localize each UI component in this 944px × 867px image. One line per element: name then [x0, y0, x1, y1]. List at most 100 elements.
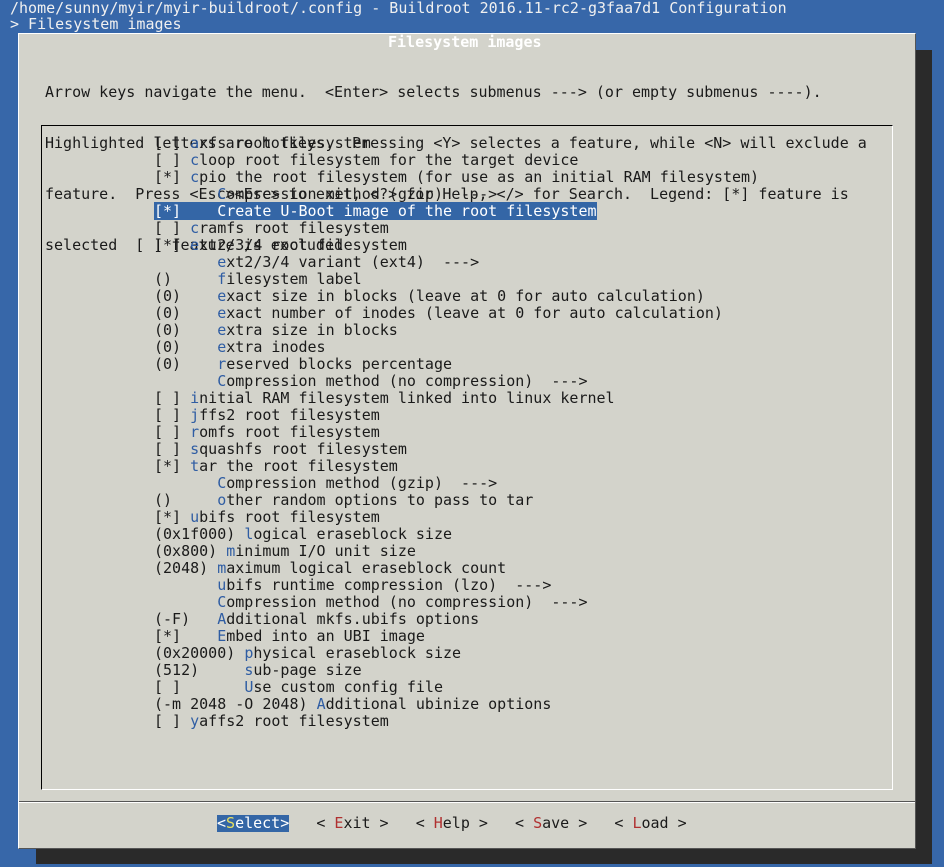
menu-item-prefix: (-m 2048 -O 2048)	[154, 695, 317, 713]
menu-item-label: ramfs root filesystem	[199, 219, 389, 237]
menu-item-text: [ ] yaffs2 root filesystem	[154, 712, 389, 730]
menu-item-prefix: [*]	[154, 202, 218, 220]
menu-item-prefix: (0)	[154, 287, 218, 305]
menu-item[interactable]: [ ] cloop root filesystem for the target…	[154, 152, 759, 169]
menu-item-hotkey: U	[244, 678, 254, 696]
menu-item-hotkey: C	[217, 593, 227, 611]
menu-item-prefix	[154, 577, 217, 594]
menu-item-prefix: [ ]	[154, 219, 191, 237]
save-button[interactable]: < Save >	[515, 815, 587, 832]
menu-item[interactable]: (512) sub-page size	[154, 662, 759, 679]
menu-item-prefix: [ ]	[154, 134, 191, 152]
menu-item-prefix: (0)	[154, 304, 218, 322]
menu-item-label: dditional mkfs.ubifs options	[226, 610, 480, 628]
menu-item-text: (0x20000) physical eraseblock size	[154, 644, 461, 662]
menu-item-text: (0) extra inodes	[154, 338, 326, 356]
menu-item-hotkey: l	[244, 525, 254, 543]
select-button[interactable]: <Select>	[217, 814, 290, 832]
button-left: <	[217, 814, 227, 832]
load-button[interactable]: < Load >	[614, 815, 686, 832]
menu-item-hotkey: C	[217, 474, 227, 492]
menu-item[interactable]: (0x800) minimum I/O unit size	[154, 543, 759, 560]
menu-item-prefix: [*]	[154, 627, 218, 645]
menu-item[interactable]: ext2/3/4 variant (ext4) --->	[154, 254, 759, 271]
menu-item-text: [*] Create U-Boot image of the root file…	[154, 202, 597, 220]
menu-item-label: xtra inodes	[226, 338, 326, 356]
menu-item-prefix: (0)	[154, 338, 218, 356]
menu-item-prefix: ()	[154, 270, 218, 288]
menu-item-text: [ ] initial RAM filesystem linked into l…	[154, 389, 615, 407]
menu-item-hotkey: u	[190, 508, 200, 526]
menu-item[interactable]: (0) extra size in blocks	[154, 322, 759, 339]
menu-item[interactable]: (2048) maximum logical eraseblock count	[154, 560, 759, 577]
menu-item-label: ompression method (gzip) --->	[226, 474, 498, 492]
menu-item-text: (0) exact number of inodes (leave at 0 f…	[154, 304, 723, 322]
button-gap	[587, 814, 614, 832]
menu-item-prefix: (0)	[154, 355, 218, 373]
button-rest: ave	[542, 814, 570, 832]
menu-item-hotkey: c	[190, 151, 200, 169]
menu-item[interactable]: [*] ubifs root filesystem	[154, 509, 759, 526]
menu-item-prefix	[154, 186, 217, 203]
menu-item[interactable]: Compression method (no compression) --->	[154, 594, 759, 611]
menu-item-hotkey: j	[190, 406, 200, 424]
button-separator	[19, 801, 915, 803]
menu-item[interactable]: [ ] jffs2 root filesystem	[154, 407, 759, 424]
menu-item-label: ther random options to pass to tar	[226, 491, 534, 509]
menu-item[interactable]: Compression method (no compression) --->	[154, 373, 759, 390]
menu-item[interactable]: (0x1f000) logical eraseblock size	[154, 526, 759, 543]
menu-item-text: ext2/3/4 variant (ext4) --->	[154, 253, 479, 271]
menu-item[interactable]: [ ] initial RAM filesystem linked into l…	[154, 390, 759, 407]
menu-item-hotkey: e	[190, 236, 200, 254]
menu-item-label: xtra size in blocks	[226, 321, 398, 339]
menu-item-hotkey: u	[217, 576, 227, 594]
menu-item-text: () other random options to pass to tar	[154, 491, 533, 509]
menu-item-label: eserved blocks percentage	[226, 355, 453, 373]
menu-item[interactable]: [*] ext2/3/4 root filesystem	[154, 237, 759, 254]
menu-item[interactable]: Compression method (gzip) --->	[154, 475, 759, 492]
menu-item[interactable]: (0) extra inodes	[154, 339, 759, 356]
menu-item[interactable]: [ ] squashfs root filesystem	[154, 441, 759, 458]
menu-item[interactable]: [*] tar the root filesystem	[154, 458, 759, 475]
menu-item-text: ubifs runtime compression (lzo) --->	[154, 576, 551, 594]
menu-item[interactable]: [*] cpio the root filesystem (for use as…	[154, 169, 759, 186]
menu-item[interactable]: (-m 2048 -O 2048) Additional ubinize opt…	[154, 696, 759, 713]
menu-item[interactable]: ubifs runtime compression (lzo) --->	[154, 577, 759, 594]
menu-item[interactable]: [*] Create U-Boot image of the root file…	[154, 202, 759, 220]
button-hotkey: S	[533, 814, 543, 832]
menu-item-hotkey: a	[190, 134, 200, 152]
menu-item[interactable]: (0) reserved blocks percentage	[154, 356, 759, 373]
menu-item-hotkey: o	[217, 491, 227, 509]
menu-item[interactable]: (0x20000) physical eraseblock size	[154, 645, 759, 662]
menu-item-hotkey: e	[217, 321, 227, 339]
menu-item[interactable]: [ ] axfs root filesystem	[154, 135, 759, 152]
menu-item-text: (-F) Additional mkfs.ubifs options	[154, 610, 479, 628]
menu-item-hotkey: c	[190, 168, 200, 186]
menu-item-hotkey: E	[217, 627, 227, 645]
menu-item[interactable]: [ ] romfs root filesystem	[154, 424, 759, 441]
menu-item-hotkey: r	[217, 355, 227, 373]
menu-item-label: xt2/3/4 root filesystem	[199, 236, 407, 254]
help-button[interactable]: < Help >	[416, 815, 488, 832]
menu-item[interactable]: (-F) Additional mkfs.ubifs options	[154, 611, 759, 628]
menu-item[interactable]: Compression method (gzip) --->	[154, 186, 759, 203]
menu-item[interactable]: [ ] yaffs2 root filesystem	[154, 713, 759, 730]
menu-item[interactable]: [*] Embed into an UBI image	[154, 628, 759, 645]
exit-button[interactable]: < Exit >	[316, 815, 388, 832]
menu-item-label: xt2/3/4 variant (ext4) --->	[226, 253, 480, 271]
button-left: <	[515, 814, 534, 832]
menu-item[interactable]: (0) exact size in blocks (leave at 0 for…	[154, 288, 759, 305]
button-bar: <Select> < Exit > < Help > < Save > < Lo…	[217, 815, 687, 832]
menu-item[interactable]: [ ] Use custom config file	[154, 679, 759, 696]
menu-item-label: reate U-Boot image of the root filesyste…	[226, 202, 597, 220]
menu-item[interactable]: () other random options to pass to tar	[154, 492, 759, 509]
menu-item[interactable]: () filesystem label	[154, 271, 759, 288]
menu-item[interactable]: [ ] cramfs root filesystem	[154, 220, 759, 237]
menu-item[interactable]: (0) exact number of inodes (leave at 0 f…	[154, 305, 759, 322]
menu-item-prefix: [ ]	[154, 406, 191, 424]
menu-item-hotkey: A	[217, 610, 227, 628]
menu-item-label: ffs2 root filesystem	[199, 406, 380, 424]
menu-item-label: xact size in blocks (leave at 0 for auto…	[226, 287, 705, 305]
menu-item-hotkey: C	[217, 372, 227, 390]
menu-item-label: xact number of inodes (leave at 0 for au…	[226, 304, 723, 322]
